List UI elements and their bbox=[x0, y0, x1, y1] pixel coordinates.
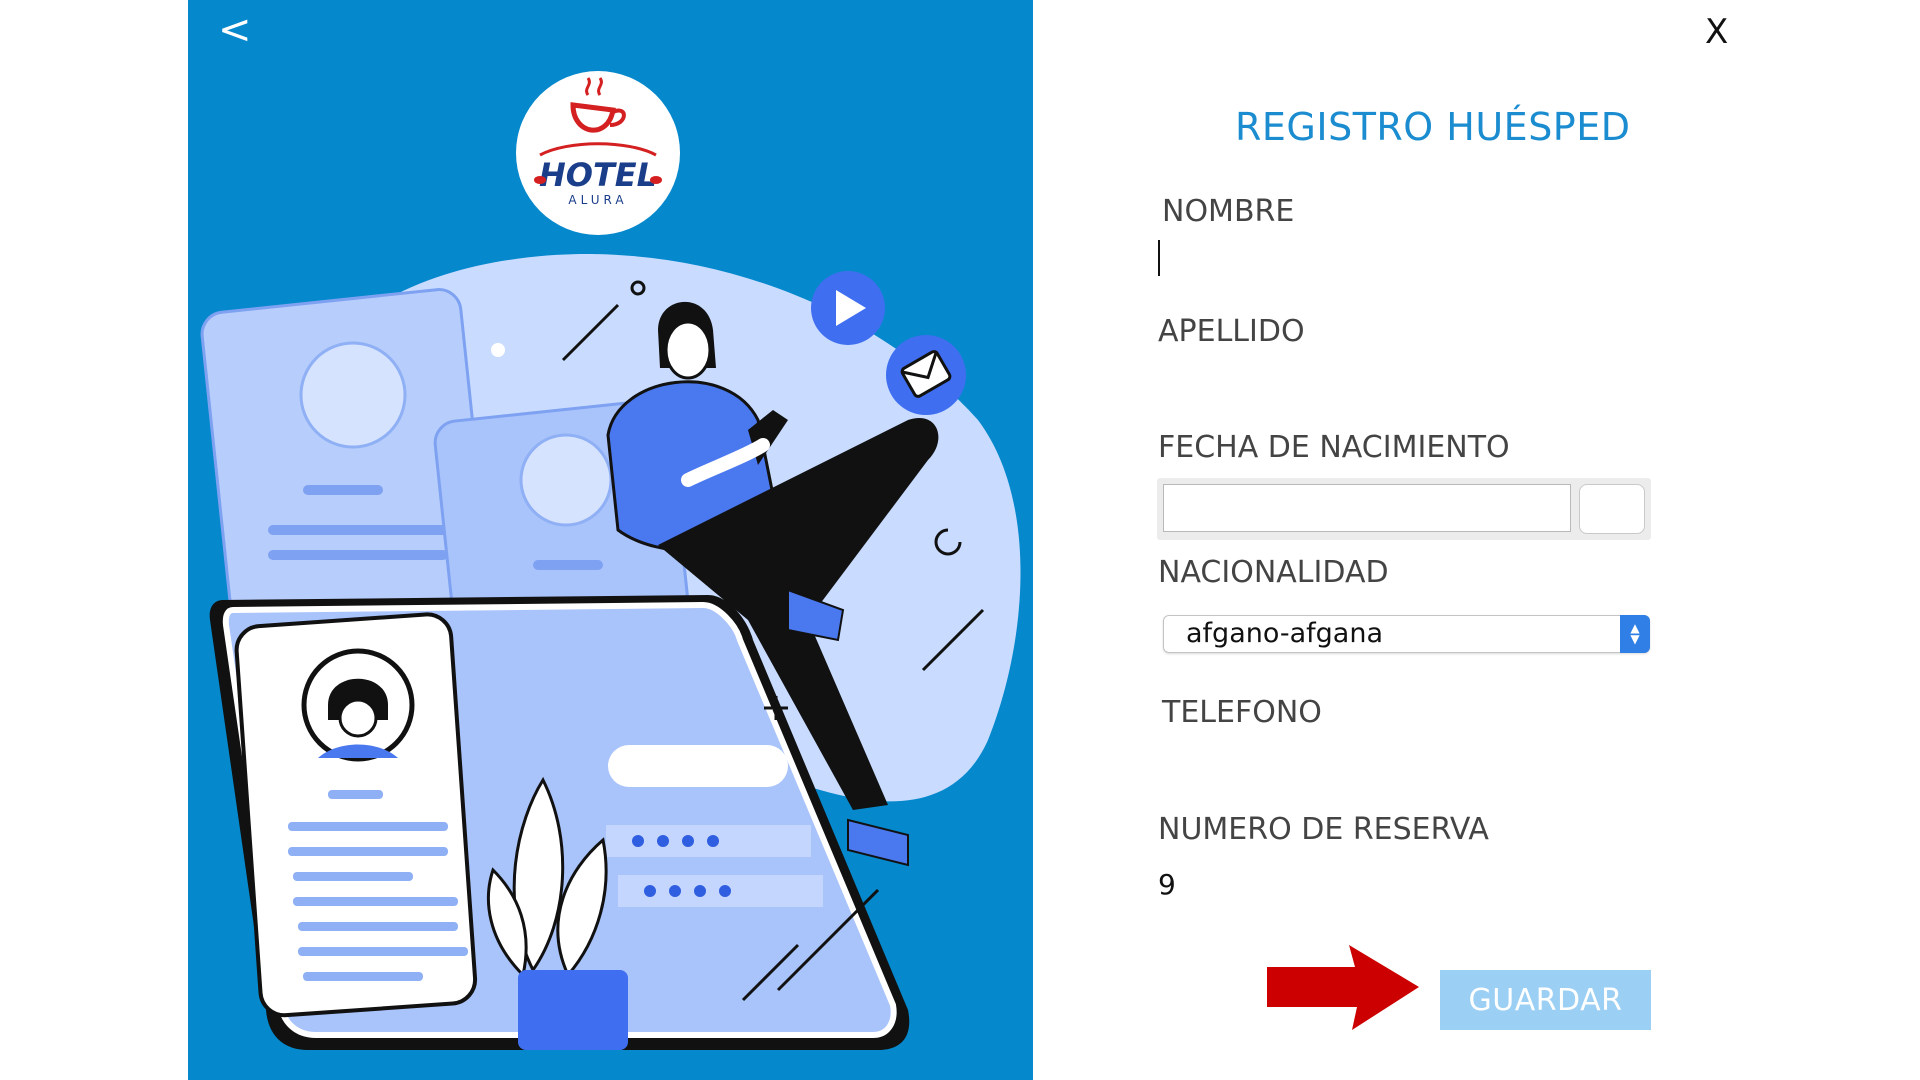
save-button[interactable]: GUARDAR bbox=[1440, 970, 1651, 1030]
plant-pot bbox=[518, 970, 628, 1050]
select-arrows-icon: ▲ ▼ bbox=[1620, 615, 1650, 653]
logo-subtext: ALURA bbox=[568, 193, 627, 207]
apellido-input[interactable] bbox=[1158, 360, 1638, 396]
date-picker bbox=[1157, 478, 1651, 540]
apellido-label: APELLIDO bbox=[1158, 314, 1305, 349]
form-title: REGISTRO HUÉSPED bbox=[1235, 105, 1631, 149]
calendar-button[interactable] bbox=[1579, 484, 1645, 534]
nacionalidad-selected-value: afgano-afgana bbox=[1186, 618, 1384, 649]
numero-reserva-label: NUMERO DE RESERVA bbox=[1158, 812, 1489, 847]
numero-reserva-value: 9 bbox=[1158, 868, 1176, 901]
telefono-label: TELEFONO bbox=[1162, 695, 1322, 730]
red-arrow-annotation bbox=[1267, 945, 1419, 1030]
logo-text: HOTEL bbox=[539, 156, 657, 194]
telefono-input[interactable] bbox=[1158, 765, 1638, 801]
illustration-panel: HOTEL ALURA < bbox=[188, 0, 1033, 1080]
back-button[interactable]: < bbox=[218, 6, 252, 54]
nacionalidad-label: NACIONALIDAD bbox=[1158, 555, 1389, 590]
close-button[interactable]: X bbox=[1705, 12, 1728, 52]
nombre-label: NOMBRE bbox=[1162, 194, 1295, 229]
date-input[interactable] bbox=[1163, 484, 1571, 532]
nombre-input[interactable] bbox=[1158, 240, 1638, 276]
fecha-nacimiento-label: FECHA DE NACIMIENTO bbox=[1158, 430, 1510, 465]
tablet-pill-field bbox=[608, 745, 788, 787]
registration-illustration: HOTEL ALURA bbox=[200, 71, 1021, 1050]
nacionalidad-select[interactable]: afgano-afgana ▲ ▼ bbox=[1163, 615, 1650, 653]
